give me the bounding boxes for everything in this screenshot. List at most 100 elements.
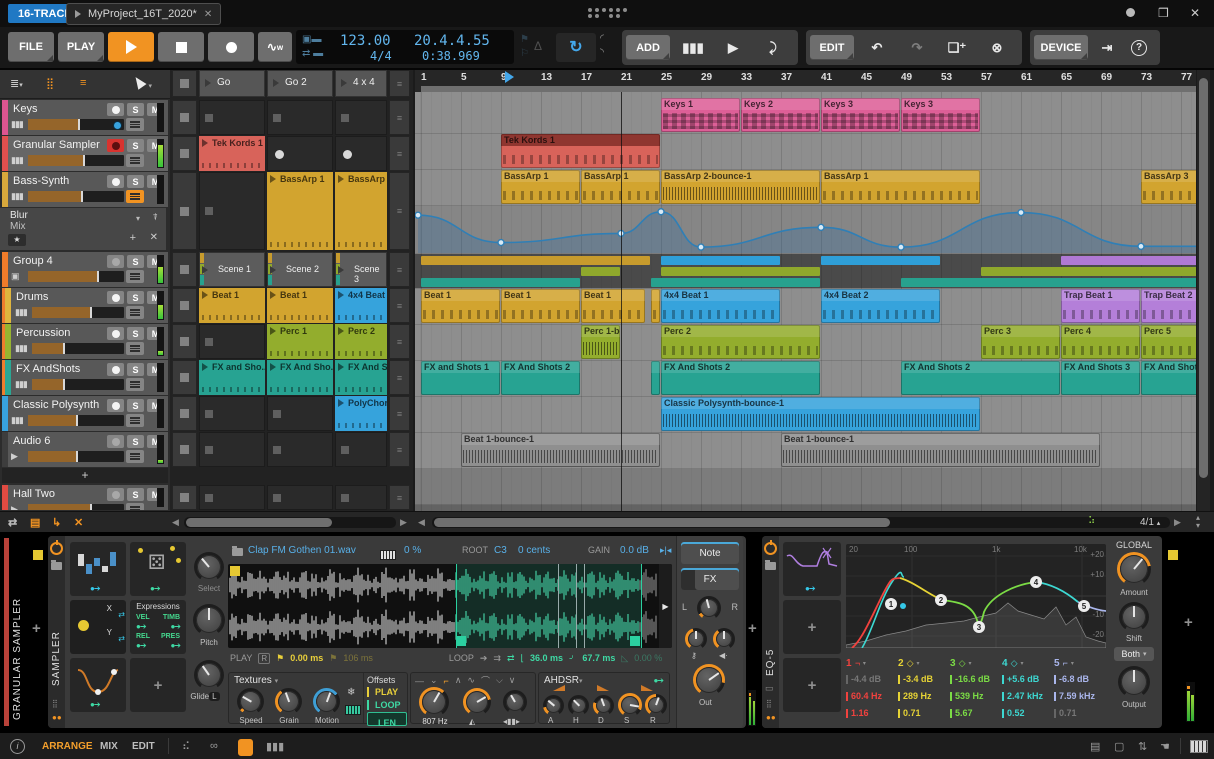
band-type-icon[interactable]: ⌐ bbox=[1063, 658, 1068, 668]
volume-slider[interactable] bbox=[28, 119, 124, 130]
touch-panel-icon[interactable]: ☚ bbox=[1160, 740, 1170, 753]
minimize-button[interactable] bbox=[1126, 8, 1135, 17]
clip-slot-empty[interactable] bbox=[199, 172, 265, 250]
track-launcher-options[interactable]: ≡ bbox=[389, 252, 410, 287]
stereo-mode-icon[interactable]: ▸|◂ bbox=[660, 545, 671, 556]
clip-play-icon[interactable] bbox=[338, 327, 344, 335]
release-slope-icon[interactable] bbox=[641, 685, 653, 691]
arranger-clip-bassarp-3[interactable]: BassArp 3 bbox=[1141, 170, 1196, 204]
launcher-clip-bassarp-2[interactable]: BassArp 2 bbox=[335, 172, 387, 250]
solo-button[interactable]: S bbox=[127, 399, 144, 412]
expressions-modulator-tile[interactable]: Expressions VEL TIMB ●➔ ●➔ REL PRES ●➔ ●… bbox=[130, 600, 186, 654]
eq-band-4-gain[interactable]: +5.6 dB bbox=[1002, 674, 1052, 684]
eq-mode-dropdown[interactable]: Both ▾ bbox=[1114, 647, 1154, 661]
volume-slider[interactable] bbox=[32, 307, 124, 318]
band-type-icon[interactable]: ⌐ bbox=[855, 658, 860, 668]
chain-selector-swatch[interactable] bbox=[33, 550, 43, 560]
clip-play-icon[interactable] bbox=[202, 363, 208, 371]
record-arm-button[interactable] bbox=[107, 139, 124, 152]
record-arm-button[interactable] bbox=[107, 103, 124, 116]
close-project-icon[interactable]: ✕ bbox=[204, 9, 212, 20]
layout-menu-icon[interactable]: ≣▾ bbox=[10, 77, 23, 90]
freeze-icon[interactable]: ❄ bbox=[347, 687, 355, 698]
launcher-clip-perc-2[interactable]: Perc 2 bbox=[335, 324, 387, 359]
track-menu-button[interactable] bbox=[126, 503, 144, 510]
track-menu-button[interactable] bbox=[126, 154, 144, 167]
eq-band-5-gain[interactable]: -6.8 dB bbox=[1054, 674, 1104, 684]
steps-modulator-tile[interactable]: ●➔ bbox=[70, 542, 126, 596]
clip-color-icon[interactable]: ▤ bbox=[30, 516, 40, 529]
stop-clip-button[interactable] bbox=[172, 136, 197, 171]
sample-browser-icon[interactable] bbox=[232, 546, 243, 556]
sample-filename[interactable]: Clap FM Gothen 01.wav bbox=[248, 545, 356, 556]
mod-route-icon[interactable]: ●➔ bbox=[653, 676, 664, 685]
clip-slot-recording[interactable] bbox=[335, 136, 387, 171]
speed-knob[interactable] bbox=[237, 688, 264, 715]
xy-modulator-tile[interactable]: X ⇄ Y ⇄ bbox=[70, 600, 126, 654]
device-grid-icon[interactable]: ⣿ bbox=[766, 699, 772, 708]
arranger-clip-fx-and-shots-2[interactable]: FX And Shots 2 bbox=[501, 361, 580, 395]
decay-slope-icon[interactable] bbox=[597, 685, 609, 691]
device-power-icon[interactable] bbox=[50, 540, 63, 555]
track-menu-button[interactable] bbox=[126, 414, 144, 427]
swap-icon[interactable]: ⇄ ▬ bbox=[302, 49, 323, 59]
track-launcher-options[interactable]: ≡ bbox=[389, 485, 410, 510]
stop-clip-button[interactable] bbox=[172, 324, 197, 359]
solo-button[interactable]: S bbox=[127, 327, 144, 340]
scene-header-go[interactable]: Go bbox=[199, 70, 265, 97]
restore-button[interactable]: ❒ bbox=[1158, 6, 1169, 20]
fade-in-icon[interactable]: ◜ bbox=[600, 33, 604, 44]
add-track-button[interactable]: + bbox=[2, 468, 168, 483]
loop-region[interactable] bbox=[456, 564, 642, 648]
device-preset-icon[interactable] bbox=[51, 560, 62, 570]
pan-knob[interactable] bbox=[697, 596, 721, 620]
track-launcher-options[interactable]: ≡ bbox=[389, 324, 410, 359]
position-display[interactable]: 20.4.4.55 bbox=[414, 33, 490, 49]
launcher-scroll-right-icon[interactable]: ▶ bbox=[400, 517, 407, 528]
clip-slot-recording[interactable] bbox=[267, 136, 333, 171]
device-menu-button[interactable]: DEVICE bbox=[1034, 35, 1088, 60]
eq-band-5-q[interactable]: 0.71 bbox=[1054, 708, 1104, 718]
track-header-drums[interactable]: Drums S M ▮▮▮ bbox=[2, 288, 168, 323]
add-automation-icon[interactable]: + bbox=[130, 232, 136, 244]
band-dropdown-icon[interactable]: ▾ bbox=[916, 660, 919, 667]
track-header-fx-andshots[interactable]: FX AndShots S M ▮▮▮ bbox=[2, 360, 168, 395]
hold-knob[interactable] bbox=[568, 695, 589, 716]
eq-band-4-q[interactable]: 0.52 bbox=[1002, 708, 1052, 718]
eq-band-2-selector[interactable]: 2 ◇ ▾ bbox=[898, 656, 920, 670]
loop-crossfade-value[interactable]: 0.00 % bbox=[634, 653, 662, 663]
clip-play-icon[interactable] bbox=[338, 175, 344, 183]
band-dropdown-icon[interactable]: ▾ bbox=[863, 660, 866, 667]
mod-route-icon[interactable]: ●➔ bbox=[90, 700, 101, 709]
edit-menu-button[interactable]: EDIT bbox=[810, 35, 854, 60]
scene-play-icon[interactable] bbox=[202, 265, 208, 274]
arranger-clip-keys-2[interactable]: Keys 2 bbox=[741, 98, 820, 132]
track-menu-button[interactable] bbox=[126, 450, 144, 463]
launcher-clip-polychords[interactable]: PolyChords bbox=[335, 396, 387, 431]
solo-button[interactable]: S bbox=[127, 175, 144, 188]
arranger-clip-beat-1[interactable]: Beat 1 bbox=[501, 289, 580, 323]
play-start-value[interactable]: 0.00 ms bbox=[290, 653, 323, 663]
record-arm-button[interactable] bbox=[107, 488, 124, 501]
arranger-clip-keys-3[interactable]: Keys 3 bbox=[821, 98, 900, 132]
band-type-icon[interactable]: ◇ bbox=[1011, 658, 1018, 669]
add-device-before-button[interactable]: + bbox=[32, 620, 41, 637]
groove-icon[interactable]: ▣▬ bbox=[302, 35, 321, 45]
arranger-clip-fx-and-shots[interactable]: FX And Shots bbox=[1141, 361, 1196, 395]
track-menu-button[interactable] bbox=[126, 118, 144, 131]
scene-play-icon[interactable] bbox=[341, 79, 347, 87]
track-header-hall-two[interactable]: Hall Two S M ▶ bbox=[2, 485, 168, 510]
clip-play-icon[interactable] bbox=[202, 291, 208, 299]
arranger-scroll-thumb[interactable] bbox=[434, 518, 890, 527]
voicing-knob[interactable] bbox=[713, 628, 735, 650]
mod-route-icon[interactable]: ●➔ bbox=[805, 584, 816, 593]
track-header-audio-6[interactable]: Audio 6 S M ▶ bbox=[2, 432, 168, 467]
eq-band-1-selector[interactable]: 1 ⌐ ▾ bbox=[846, 656, 866, 670]
root-note-value[interactable]: C3 bbox=[494, 545, 507, 556]
launcher-clip-bassarp-1[interactable]: BassArp 1 bbox=[267, 172, 333, 250]
arranger-clip-bassarp-1[interactable]: BassArp 1 bbox=[501, 170, 580, 204]
offset-len[interactable]: LEN bbox=[367, 712, 407, 728]
play-button[interactable] bbox=[108, 32, 154, 62]
gain-value[interactable]: 0.0 dB bbox=[620, 545, 649, 556]
band-type-icon[interactable]: ◇ bbox=[907, 658, 914, 669]
